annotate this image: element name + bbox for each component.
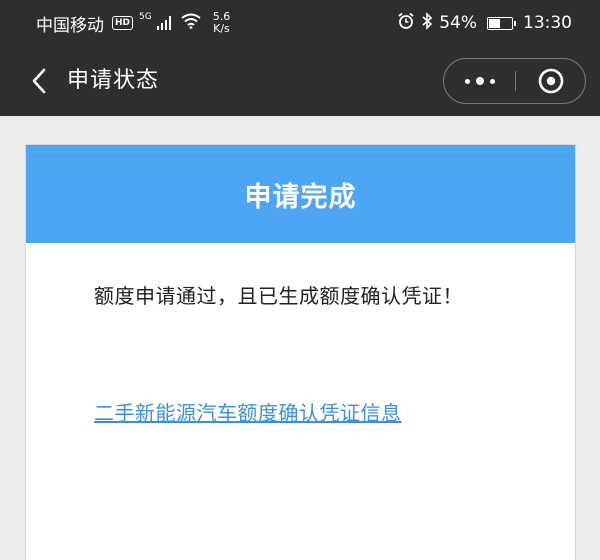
result-card: 申请完成 额度申请通过，且已生成额度确认凭证！ 二手新能源汽车额度确认凭证信息: [25, 144, 576, 560]
speed-unit: K/s: [213, 22, 230, 35]
battery-icon: [487, 16, 516, 30]
target-close-icon: [538, 68, 564, 94]
status-bar-left: 中国移动 HD 5G 5.6 K/s: [36, 0, 230, 46]
mini-program-capsule: [443, 58, 586, 104]
page-title: 申请状态: [67, 68, 160, 93]
battery-percent: 54%: [439, 13, 477, 33]
network-type: 5G: [139, 12, 152, 22]
status-bar: 中国移动 HD 5G 5.6 K/s 54% 13:30: [0, 0, 600, 46]
wifi-icon: [181, 13, 201, 34]
certificate-info-link[interactable]: 二手新能源汽车额度确认凭证信息: [94, 397, 402, 426]
nav-bar: 申请状态: [0, 46, 600, 116]
carrier-name: 中国移动: [36, 15, 104, 36]
status-bar-right: 54% 13:30: [397, 0, 572, 46]
clock-time: 13:30: [523, 13, 572, 33]
network-speed: 5.6 K/s: [213, 11, 231, 35]
close-mini-program-button[interactable]: [516, 59, 586, 103]
more-button[interactable]: [444, 59, 515, 103]
chevron-left-icon: [32, 68, 46, 94]
more-dots-icon: [464, 77, 495, 85]
hd-badge: HD: [112, 16, 134, 30]
alarm-icon: [397, 12, 415, 35]
back-button[interactable]: [22, 64, 56, 98]
card-header: 申请完成: [26, 145, 575, 243]
result-message: 额度申请通过，且已生成额度确认凭证！: [94, 284, 463, 308]
bluetooth-icon: [421, 11, 433, 35]
signal-icon: [156, 16, 171, 30]
